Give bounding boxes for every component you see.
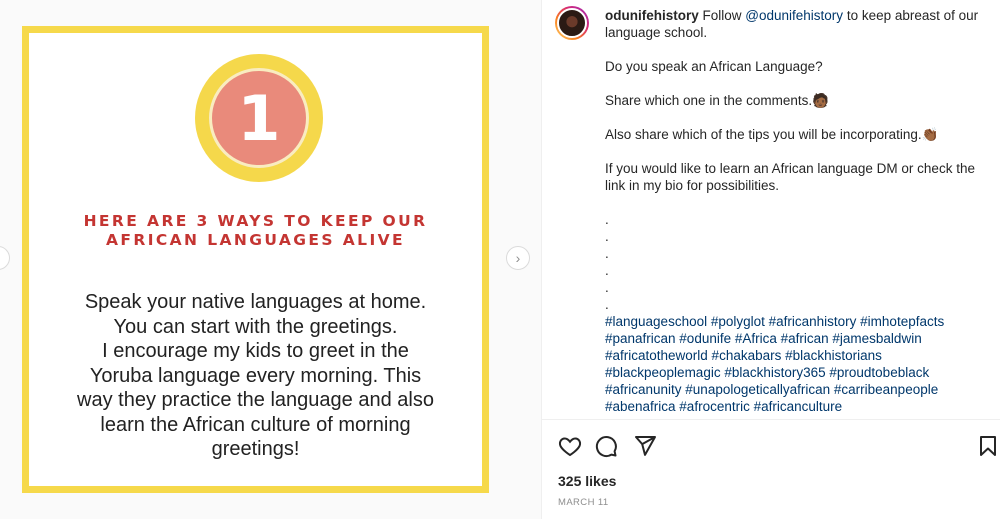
image-heading: HERE ARE 3 WAYS TO KEEP OUR AFRICAN LANG… [29, 212, 482, 250]
badge-number: 1 [237, 81, 281, 155]
number-badge: 1 [195, 54, 323, 182]
caption-share-line: Share which one in the comments. [605, 93, 813, 108]
bookmark-icon[interactable] [976, 434, 1000, 458]
caption-dot: . [605, 246, 609, 261]
share-icon[interactable] [633, 434, 657, 458]
image-body-line: Yoruba language every morning. This [89, 364, 422, 387]
caption-question: Do you speak an African Language? [605, 59, 823, 74]
number-badge-inner: 1 [209, 68, 309, 168]
hashtags[interactable]: #languageschool #polyglot #africanhistor… [605, 313, 990, 415]
image-frame: 1 HERE ARE 3 WAYS TO KEEP OUR AFRICAN LA… [22, 26, 489, 493]
heart-icon[interactable] [558, 434, 582, 458]
image-heading-line2: AFRICAN LANGUAGES ALIVE [106, 231, 405, 249]
image-heading-line1: HERE ARE 3 WAYS TO KEEP OUR [83, 212, 428, 230]
clapping-hands-icon: 👏🏾 [921, 127, 939, 142]
caption-dot: . [605, 297, 609, 312]
comment-icon[interactable] [594, 434, 618, 458]
next-image-button[interactable]: › [506, 246, 530, 270]
previous-image-button[interactable] [0, 246, 10, 270]
image-body-line: You can start with the greetings. [113, 315, 398, 338]
caption-dot: . [605, 280, 609, 295]
caption-dot: . [605, 263, 609, 278]
mention-link[interactable]: @odunifehistory [745, 8, 843, 23]
caption-learn-line: If you would like to learn an African la… [605, 161, 975, 193]
avatar-image [557, 8, 587, 38]
image-body-line: I encourage my kids to greet in the [102, 340, 409, 362]
caption-intro: Follow [702, 8, 742, 23]
emoji-icon: 🧑🏾 [812, 93, 829, 108]
post-actions: 325 likes MARCH 11 [542, 419, 1000, 519]
image-body-line: greetings! [211, 438, 300, 460]
post-caption: odunifehistory Follow @odunifehistory to… [605, 7, 990, 415]
image-body-text: Speak your native languages at home. You… [29, 290, 482, 462]
like-count[interactable]: 325 likes [558, 473, 616, 489]
image-body-line: Speak your native languages at home. [84, 291, 427, 313]
username-link[interactable]: odunifehistory [605, 8, 699, 23]
image-body-line: way they practice the language and also [77, 389, 434, 411]
caption-tips-line: Also share which of the tips you will be… [605, 127, 922, 142]
post-sidebar: odunifehistory Follow @odunifehistory to… [541, 0, 1000, 519]
post-date: MARCH 11 [558, 497, 609, 508]
avatar[interactable] [555, 6, 589, 40]
caption-dot: . [605, 229, 609, 244]
post-media: 1 HERE ARE 3 WAYS TO KEEP OUR AFRICAN LA… [0, 0, 541, 519]
caption-dot: . [605, 212, 609, 227]
image-body-line: learn the African culture of morning [100, 413, 411, 436]
chevron-right-icon: › [515, 250, 521, 266]
